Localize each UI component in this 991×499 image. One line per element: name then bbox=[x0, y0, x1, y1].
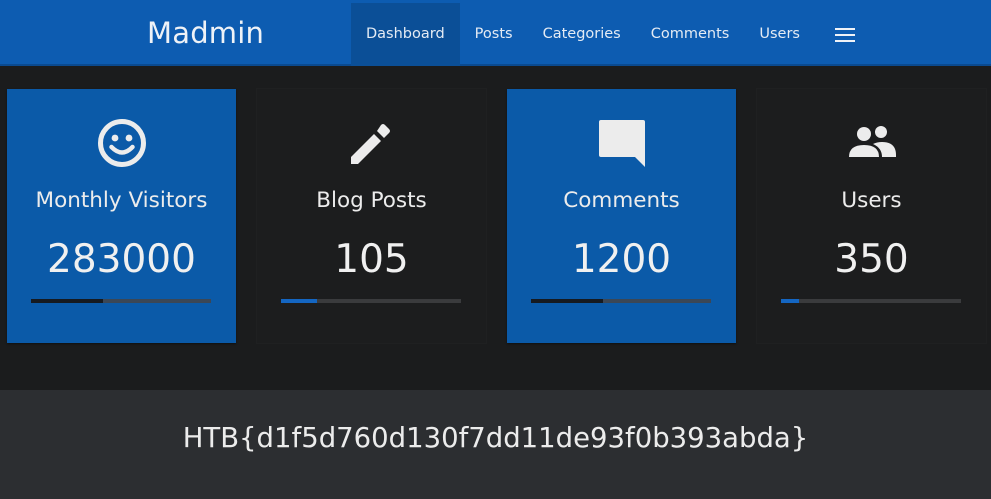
card-label: Blog Posts bbox=[316, 188, 427, 213]
pencil-icon bbox=[257, 117, 486, 169]
nav-links: Dashboard Posts Categories Comments User… bbox=[351, 3, 875, 66]
nav-comments[interactable]: Comments bbox=[636, 3, 745, 66]
card-value: 283000 bbox=[47, 237, 196, 282]
brand-logo[interactable]: Madmin bbox=[147, 15, 264, 51]
flag-text: HTB{d1f5d760d130f7dd11de93f0b393abda} bbox=[182, 422, 809, 454]
nav-posts[interactable]: Posts bbox=[460, 3, 528, 66]
progress-bar bbox=[781, 299, 961, 303]
nav-dashboard[interactable]: Dashboard bbox=[351, 3, 460, 66]
card-label: Users bbox=[841, 188, 902, 213]
progress-bar bbox=[281, 299, 461, 303]
smiley-face-icon bbox=[7, 117, 236, 169]
stat-card-users: Users 350 bbox=[757, 89, 986, 343]
users-icon bbox=[757, 117, 986, 169]
progress-fill bbox=[531, 299, 603, 303]
dashboard-main: Monthly Visitors 283000 Blog Posts 105 C… bbox=[0, 66, 991, 390]
stat-card-blog-posts: Blog Posts 105 bbox=[257, 89, 486, 343]
card-value: 350 bbox=[834, 237, 909, 282]
progress-bar bbox=[31, 299, 211, 303]
footer: HTB{d1f5d760d130f7dd11de93f0b393abda} bbox=[0, 390, 991, 499]
card-label: Monthly Visitors bbox=[35, 188, 208, 213]
stat-card-monthly-visitors: Monthly Visitors 283000 bbox=[7, 89, 236, 343]
nav-users[interactable]: Users bbox=[744, 3, 815, 66]
progress-fill bbox=[31, 299, 103, 303]
top-navbar: Madmin Dashboard Posts Categories Commen… bbox=[0, 0, 991, 66]
progress-fill bbox=[281, 299, 317, 303]
nav-categories[interactable]: Categories bbox=[528, 3, 636, 66]
stat-card-comments: Comments 1200 bbox=[507, 89, 736, 343]
card-value: 105 bbox=[334, 237, 409, 282]
hamburger-menu-icon[interactable] bbox=[815, 3, 875, 66]
comment-bubble-icon bbox=[507, 117, 736, 169]
card-value: 1200 bbox=[571, 237, 672, 282]
card-label: Comments bbox=[563, 188, 680, 213]
progress-bar bbox=[531, 299, 711, 303]
progress-fill bbox=[781, 299, 799, 303]
